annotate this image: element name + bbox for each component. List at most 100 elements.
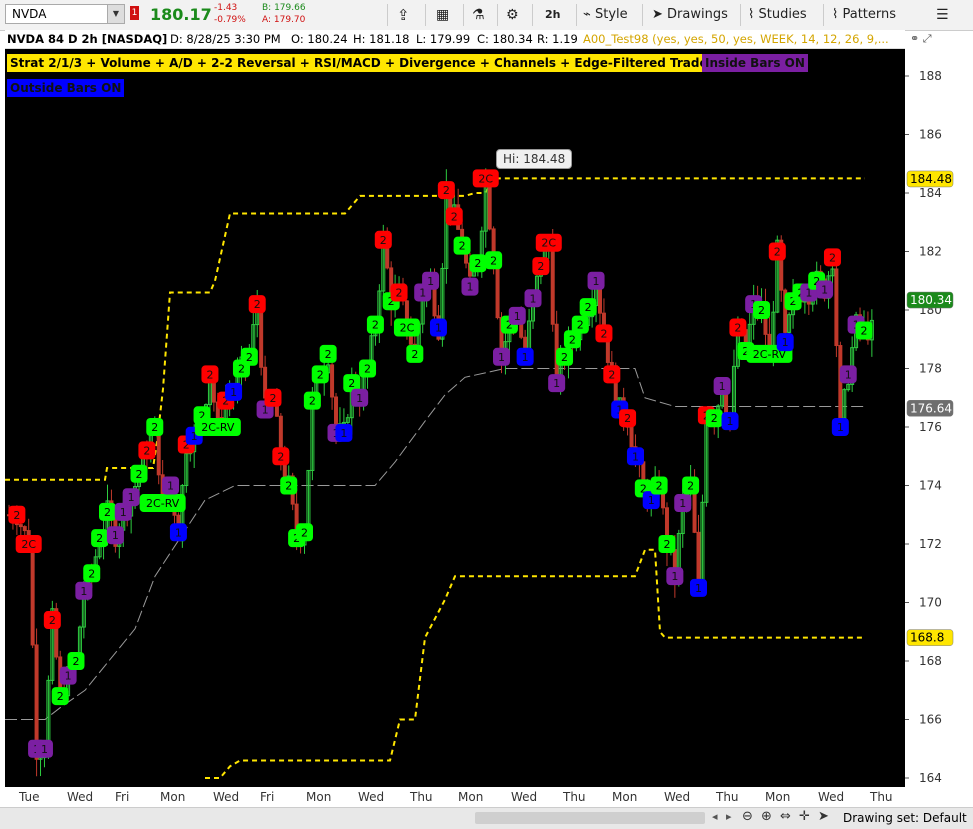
bubble-label: 2 xyxy=(136,468,143,481)
bubble-label: 2 xyxy=(206,368,213,381)
toolbar-separator xyxy=(463,4,464,26)
style-menu[interactable]: ⌁ Style xyxy=(583,4,628,26)
outside-bars-label[interactable]: Outside Bars ON xyxy=(7,79,125,97)
trade-bubble: 2 xyxy=(855,321,873,340)
bubble-label: 2 xyxy=(246,351,253,364)
bubble-label: 1 xyxy=(120,506,127,519)
candle-body xyxy=(330,364,335,398)
drawing-set-label[interactable]: Drawing set: Default xyxy=(843,811,967,825)
trade-bubble: 2C xyxy=(15,535,42,553)
bar-high: H: 181.18 xyxy=(353,32,410,46)
bubble-label: 2 xyxy=(72,655,79,668)
inside-bars-label[interactable]: Inside Bars ON xyxy=(702,54,808,72)
lower-channel-line xyxy=(205,548,865,779)
calendar-icon[interactable]: ▦ xyxy=(436,4,449,26)
study-label[interactable]: A00_Test98 (yes, yes, 50, yes, WEEK, 14,… xyxy=(583,32,889,46)
timeframe-button[interactable]: 2h xyxy=(545,4,561,26)
trade-bubble: 1 xyxy=(429,318,447,337)
share-icon[interactable]: ⇪ xyxy=(397,4,410,26)
strat-label[interactable]: Strat 2/1/3 + Volume + A/D + 2-2 Reversa… xyxy=(7,54,770,72)
trade-bubble: 2 xyxy=(768,242,786,261)
symbol-input[interactable]: NVDA ▼ xyxy=(5,4,125,24)
bar-open: O: 180.24 xyxy=(291,32,348,46)
chart-area[interactable]: 22C11221212221112222C-RV1121222C-RV21222… xyxy=(5,49,905,787)
time-axis[interactable]: Tue Wed Fri Mon Wed Fri Mon Wed Thu Mon Wed Thu Mon W… xyxy=(5,787,905,807)
drawings-menu[interactable]: ➤ Drawings xyxy=(652,4,728,26)
bubble-label: 1 xyxy=(727,415,734,428)
trade-bubble: 1 xyxy=(548,374,566,393)
price-tick-label: 170 xyxy=(919,596,942,610)
expand-icon[interactable]: ⤢ xyxy=(923,32,932,45)
bubble-label: 1 xyxy=(553,377,560,390)
bubble-label: 1 xyxy=(340,427,347,440)
bubble-label: 2 xyxy=(277,450,284,463)
price-axis[interactable]: 188 186 184 182 180 178 176 174 172 170 168 166 164 1… xyxy=(905,49,973,787)
bubble-label: 2C xyxy=(21,538,36,551)
trade-bubble: 2 xyxy=(311,365,329,384)
bubble-label: 1 xyxy=(175,526,182,539)
bubble-label: 2C xyxy=(541,237,556,250)
trade-bubble: 1 xyxy=(508,306,526,325)
trade-bubble: 2 xyxy=(579,298,597,317)
bubble-label: 2 xyxy=(348,377,355,390)
gear-icon[interactable]: ⚙ xyxy=(506,4,519,26)
zoom-out-icon[interactable]: ⊖ xyxy=(742,809,753,824)
trade-bubble: 2 xyxy=(146,418,164,436)
bubble-label: 1 xyxy=(128,491,135,504)
trade-bubble: 2 xyxy=(705,409,723,428)
price-tick-label: 164 xyxy=(919,771,942,785)
flag-badge[interactable]: 1 xyxy=(130,6,139,20)
bubble-label: 2 xyxy=(104,506,111,519)
bubble-label: 2 xyxy=(380,234,387,247)
scrollbar[interactable] xyxy=(475,812,705,824)
trade-bubble: 2C xyxy=(472,169,499,188)
time-tick-label: Tue xyxy=(18,790,40,804)
bubble-label: 1 xyxy=(821,284,828,297)
candle-body xyxy=(806,300,811,305)
trade-bubble: 2 xyxy=(406,344,424,363)
bubble-label: 1 xyxy=(112,529,119,542)
crosshair-icon[interactable]: ✛ xyxy=(799,809,810,824)
scroll-left-icon[interactable]: ◂ xyxy=(712,810,718,823)
time-tick-label: Wed xyxy=(664,790,690,804)
trade-bubble: 1 xyxy=(690,578,707,597)
bid-price: B: 179.66 xyxy=(262,3,306,13)
bubble-label: 1 xyxy=(782,336,789,349)
patterns-label: Patterns xyxy=(842,7,897,22)
chart-svg[interactable]: 22C11221212221112222C-RV1121222C-RV21222… xyxy=(5,49,905,787)
patterns-menu[interactable]: ⌇ Patterns xyxy=(832,4,896,26)
fit-icon[interactable]: ⇔ xyxy=(780,809,791,824)
price-axis-svg: 1881861841821801781761741721701681661641… xyxy=(905,69,954,785)
scroll-right-icon[interactable]: ▸ xyxy=(726,810,732,823)
price-tag-label: 184.48 xyxy=(910,172,952,186)
bubble-label: 1 xyxy=(427,275,434,288)
trade-bubble: 2 xyxy=(264,388,282,407)
trade-bubble: 2 xyxy=(437,181,455,200)
bubble-label: 2 xyxy=(656,480,663,493)
trade-bubble: 1 xyxy=(122,488,140,507)
candle-body xyxy=(629,426,634,448)
trade-bubble: 2 xyxy=(201,365,219,384)
percent-change: -0.79% xyxy=(214,15,246,25)
studies-menu[interactable]: ⌇ Studies xyxy=(748,4,807,26)
link-icon[interactable]: ⚭ xyxy=(910,32,919,45)
bubble-label: 2 xyxy=(829,251,836,264)
flask-icon[interactable]: ⚗ xyxy=(472,4,485,26)
trade-bubble: 2 xyxy=(366,315,384,334)
style-label: Style xyxy=(594,7,628,22)
zoom-in-icon[interactable]: ⊕ xyxy=(761,809,772,824)
bubble-label: 1 xyxy=(80,585,87,598)
bubble-label: 2 xyxy=(537,260,544,273)
toolbar-separator xyxy=(497,4,498,26)
time-tick-label: Mon xyxy=(612,790,637,804)
menu-icon[interactable]: ☰ xyxy=(936,4,949,26)
trade-bubble: 2 xyxy=(99,502,116,521)
chevron-down-icon[interactable]: ▼ xyxy=(107,5,124,23)
bubble-label: 2 xyxy=(88,567,95,580)
trade-bubble: 2C xyxy=(393,318,420,337)
pointer-icon[interactable]: ➤ xyxy=(818,809,829,824)
trade-bubble: 1 xyxy=(839,365,857,384)
bubble-label: 1 xyxy=(514,310,521,323)
bubble-label: 2 xyxy=(687,480,694,493)
bubble-label: 2 xyxy=(585,301,592,314)
